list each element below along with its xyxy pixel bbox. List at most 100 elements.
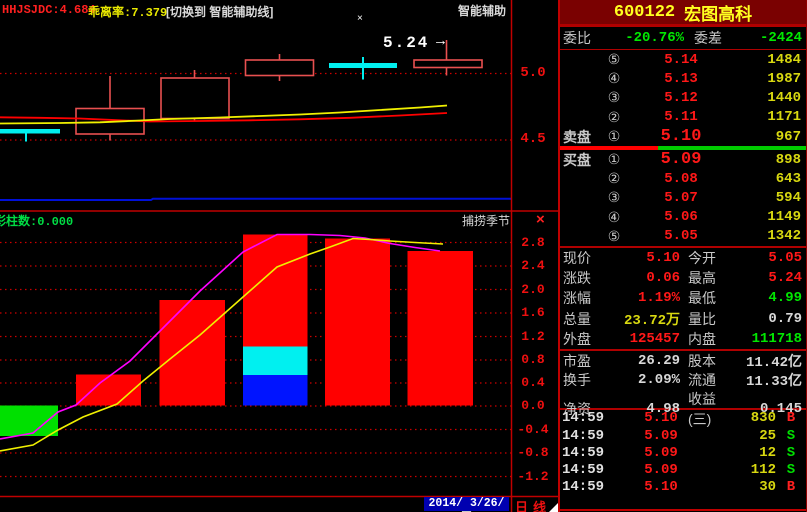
level-number: ③ [600, 189, 628, 206]
tick-price: 5.09 [608, 445, 714, 461]
field-value: 4.99 [738, 290, 806, 306]
field-label: 涨幅 [560, 288, 600, 308]
tick-row[interactable]: 14:595.0925S [560, 427, 806, 444]
sub-chart-close-icon[interactable]: × [536, 211, 545, 228]
indicator-bar [325, 239, 390, 406]
bid-side-label: 买盘 [560, 150, 600, 170]
ask-price: 5.11 [628, 109, 734, 125]
tick-volume: 30 [714, 479, 776, 495]
quote-detail-row: 总量23.72万量比0.79 [560, 308, 806, 328]
indicator-axis-label: 0.0 [512, 398, 554, 413]
field-label: 流通 [680, 370, 738, 390]
switch-assist-line-button[interactable]: [切换到 智能辅助线] [166, 3, 273, 20]
sub-chart-title: 捕捞季节 [400, 212, 510, 229]
bid-volume: 643 [734, 171, 806, 187]
tick-price: 5.10 [608, 479, 714, 495]
field-label: 最高 [680, 268, 738, 288]
bid-row[interactable]: ③5.07594 [560, 188, 806, 207]
field-label: 总量 [560, 309, 600, 329]
fundamental-row: 净资4.98收益(三)0.145 [560, 389, 806, 408]
tick-row[interactable]: 14:595.0912S [560, 444, 806, 461]
indicator-axis-label: 2.0 [512, 282, 554, 297]
bid-levels: 买盘①5.09898②5.08643③5.07594④5.061149⑤5.05… [560, 150, 806, 246]
ask-row[interactable]: ②5.111171 [560, 108, 806, 127]
cross-marker-icon: × [357, 13, 363, 24]
stock-title-bar[interactable]: 600122 宏图高科 [560, 0, 806, 24]
bid-price: 5.08 [628, 171, 734, 187]
indicator-value-bias: 乖离率:7.379 [88, 3, 167, 20]
tick-volume: 830 [714, 410, 776, 426]
tick-row[interactable]: 14:595.10830B [560, 410, 806, 427]
candle-body [414, 60, 482, 68]
tick-trade-list: 14:595.10830B14:595.0925S14:595.0912S14:… [560, 410, 806, 496]
field-value: 5.10 [600, 250, 680, 266]
bid-row[interactable]: 买盘①5.09898 [560, 150, 806, 169]
tick-row[interactable]: 14:595.09112S [560, 461, 806, 478]
tick-volume: 112 [714, 462, 776, 478]
field-label: 量比 [680, 309, 738, 329]
indicator-value-hhjsjdc: HHJSJDC:4.684 [2, 3, 96, 17]
candle-body [0, 129, 60, 134]
ask-row[interactable]: ④5.131987 [560, 69, 806, 88]
quote-detail-row: 涨跌0.06最高5.24 [560, 268, 806, 288]
bid-volume: 1342 [734, 228, 806, 244]
field-label: 涨跌 [560, 268, 600, 288]
indicator-bar [76, 375, 141, 406]
tick-direction: S [776, 428, 806, 444]
high-price-annotation: 5.24 [383, 34, 429, 52]
tick-time: 14:59 [560, 445, 608, 461]
field-value: 5.24 [738, 270, 806, 286]
quote-details: 现价5.10今开5.05涨跌0.06最高5.24涨幅1.19%最低4.99总量2… [560, 248, 806, 349]
ask-row[interactable]: ⑤5.141484 [560, 50, 806, 69]
bid-volume: 594 [734, 190, 806, 206]
indicator-axis-label: 0.8 [512, 352, 554, 367]
bid-row[interactable]: ④5.061149 [560, 208, 806, 227]
field-label: 现价 [560, 248, 600, 268]
field-label: 换手 [560, 370, 600, 390]
field-label: 今开 [680, 248, 738, 268]
bid-price: 5.09 [628, 150, 734, 169]
period-daily-button[interactable]: 日线 [515, 497, 551, 512]
ask-row[interactable]: 卖盘①5.10967 [560, 127, 806, 146]
tick-price: 5.10 [608, 410, 714, 426]
field-value: 111718 [738, 331, 806, 347]
indicator-sub-chart[interactable] [0, 235, 511, 477]
divider [560, 509, 806, 511]
tick-row[interactable]: 14:595.1030B [560, 479, 806, 496]
candle-body [161, 78, 229, 119]
ask-volume: 1987 [734, 71, 806, 87]
main-price-chart[interactable] [0, 40, 511, 200]
ask-price: 5.13 [628, 71, 734, 87]
weicha-label: 委差 [684, 28, 742, 48]
fundamental-details: 市盈26.29股本11.42亿换手2.09%流通11.33亿净资4.98收益(三… [560, 351, 806, 408]
field-value: 11.42亿 [738, 351, 806, 371]
sub-indicator-value-label: 彩柱数:0.000 [0, 212, 73, 229]
candle-up [76, 76, 144, 141]
weibi-value: -20.76% [602, 30, 684, 46]
level-number: ③ [600, 89, 628, 106]
ask-levels: ⑤5.141484④5.131987③5.121440②5.111171卖盘①5… [560, 50, 806, 146]
indicator-axis-label: 1.6 [512, 305, 554, 320]
indicator-bar-segment [243, 347, 308, 376]
chart-canvas[interactable] [0, 0, 558, 512]
quote-detail-row: 涨幅1.19%最低4.99 [560, 288, 806, 308]
indicator-bar [160, 300, 226, 406]
level-number: ② [600, 109, 628, 126]
field-label: 外盘 [560, 329, 600, 349]
ask-row[interactable]: ③5.121440 [560, 88, 806, 107]
candle-up [161, 70, 229, 121]
field-value: 11.33亿 [738, 370, 806, 390]
bid-row[interactable]: ⑤5.051342 [560, 227, 806, 246]
ask-price: 5.14 [628, 52, 734, 68]
bid-row[interactable]: ②5.08643 [560, 169, 806, 188]
bid-volume: 898 [734, 152, 806, 168]
bid-volume: 1149 [734, 209, 806, 225]
field-value: 23.72万 [600, 309, 680, 329]
smart-assist-button[interactable]: 智能辅助 [458, 2, 506, 19]
price-axis-label: 5.0 [512, 65, 554, 81]
field-value: 125457 [600, 331, 680, 347]
commission-ratio-row: 委比 -20.76% 委差 -2424 [560, 26, 806, 50]
ask-price: 5.12 [628, 90, 734, 106]
level-number: ① [600, 151, 628, 168]
weicha-value: -2424 [742, 30, 806, 46]
